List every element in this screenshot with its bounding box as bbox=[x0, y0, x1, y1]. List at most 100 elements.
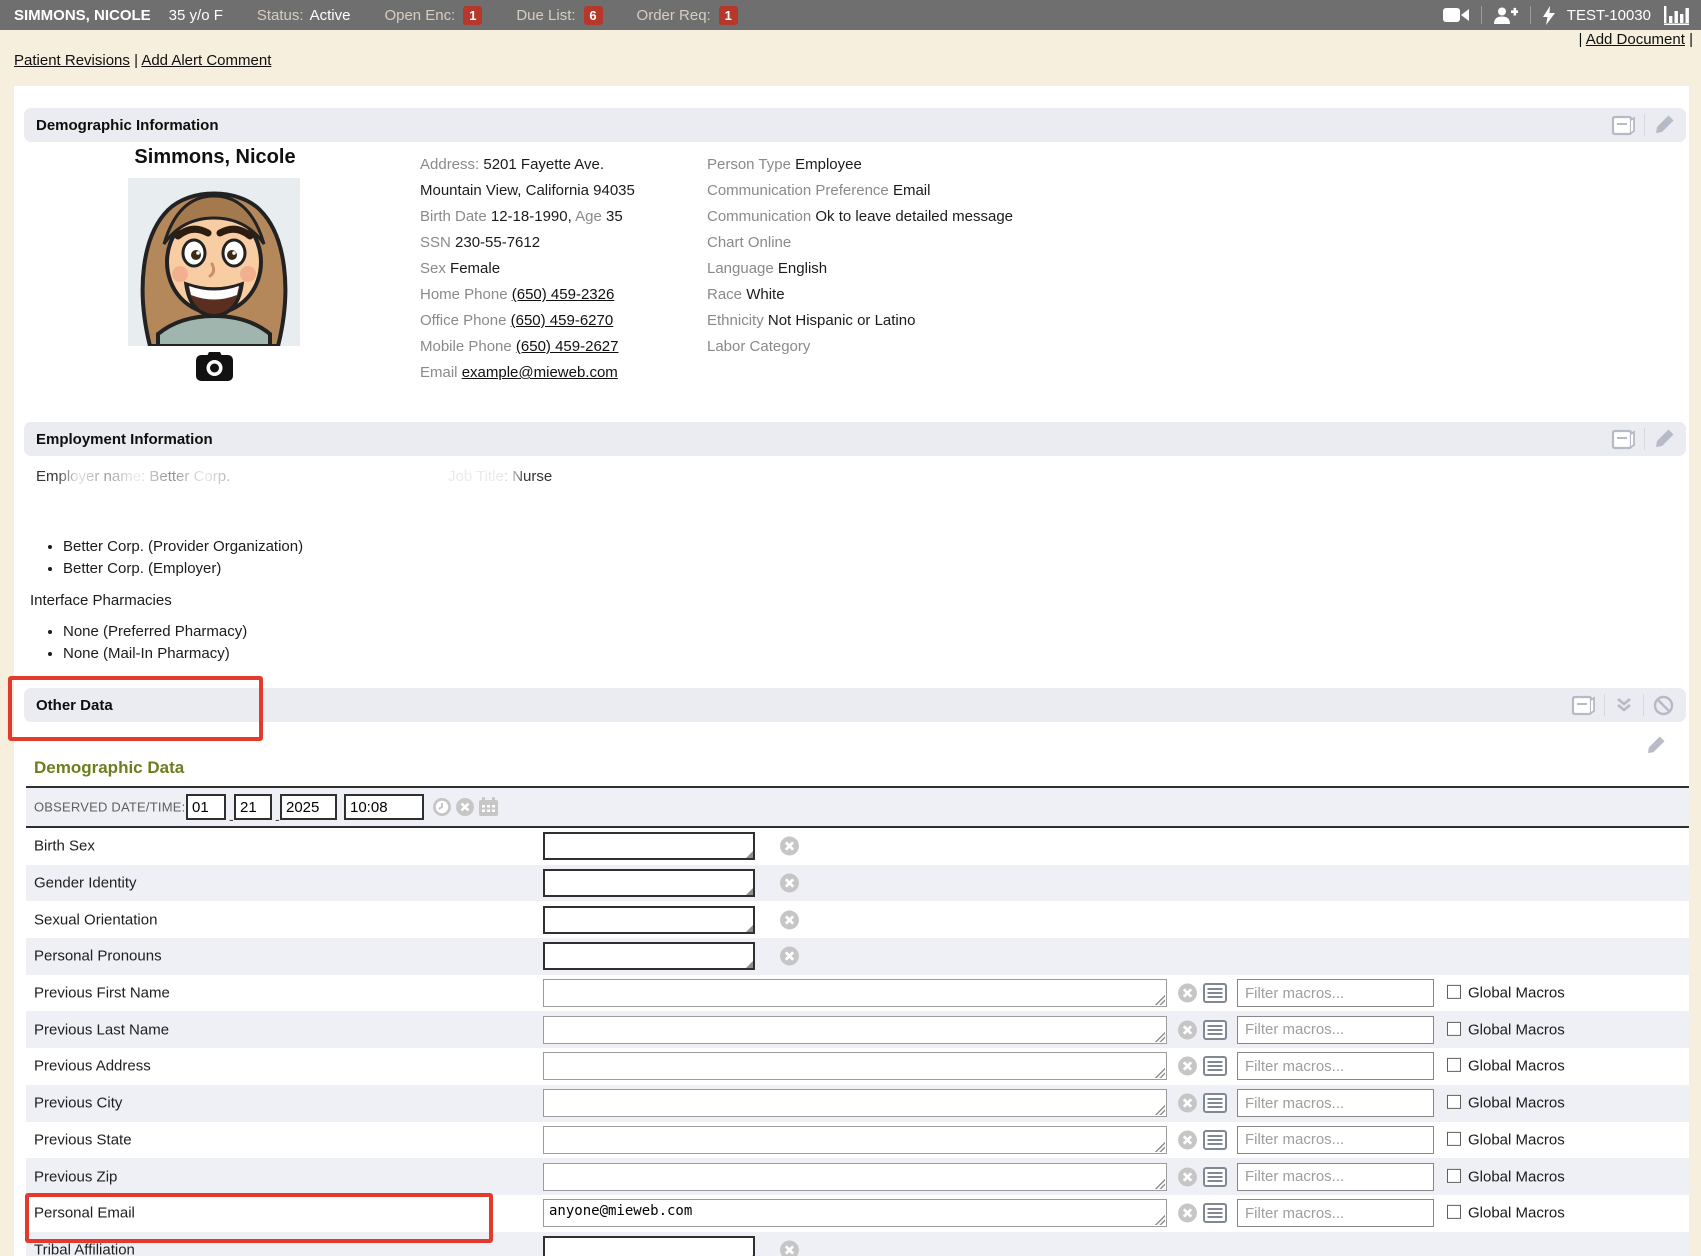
clear-icon[interactable] bbox=[779, 909, 800, 930]
personal-pronouns-input[interactable] bbox=[543, 942, 755, 970]
book-icon[interactable] bbox=[1571, 695, 1595, 716]
filter-macros-input[interactable] bbox=[1237, 1089, 1434, 1117]
clear-icon[interactable] bbox=[1177, 1203, 1198, 1224]
filter-macros-input[interactable] bbox=[1237, 979, 1434, 1007]
previous-address-textarea[interactable] bbox=[543, 1052, 1167, 1080]
book-icon[interactable] bbox=[1611, 115, 1635, 136]
add-user-icon[interactable] bbox=[1494, 7, 1518, 24]
section-title: Other Data bbox=[36, 697, 113, 714]
global-macros-label: Global Macros bbox=[1468, 1058, 1565, 1075]
global-macros-checkbox[interactable] bbox=[1447, 985, 1461, 999]
global-macros-checkbox[interactable] bbox=[1447, 1205, 1461, 1219]
book-icon[interactable] bbox=[1611, 429, 1635, 450]
open-enc-badge[interactable]: 1 bbox=[463, 6, 482, 25]
row-label: Tribal Affiliation bbox=[34, 1241, 135, 1256]
status-value: Active bbox=[310, 7, 351, 24]
previous-first-name-textarea[interactable] bbox=[543, 979, 1167, 1007]
calendar-icon[interactable] bbox=[478, 797, 499, 817]
section-other-data[interactable]: Other Data bbox=[24, 688, 1686, 722]
clear-icon[interactable] bbox=[1177, 983, 1198, 1004]
row-label: Previous State bbox=[34, 1131, 132, 1148]
pipe: | bbox=[1578, 31, 1582, 48]
order-req-badge[interactable]: 1 bbox=[719, 6, 738, 25]
birth-sex-input[interactable] bbox=[543, 832, 755, 860]
tribal-affiliation-input[interactable] bbox=[543, 1236, 755, 1256]
global-macros-checkbox[interactable] bbox=[1447, 1022, 1461, 1036]
global-macros-checkbox[interactable] bbox=[1447, 1058, 1461, 1072]
global-macros-checkbox[interactable] bbox=[1447, 1095, 1461, 1109]
patient-revisions-link[interactable]: Patient Revisions bbox=[14, 52, 130, 69]
office-phone-link[interactable]: (650) 459-6270 bbox=[511, 312, 614, 329]
table-row-previous-city: Previous City Global Macros bbox=[26, 1085, 1689, 1122]
lightning-icon[interactable] bbox=[1543, 6, 1555, 25]
macro-list-icon[interactable] bbox=[1203, 1130, 1227, 1150]
table-row-previous-first-name: Previous First Name Global Macros bbox=[26, 975, 1689, 1012]
macro-list-icon[interactable] bbox=[1203, 1167, 1227, 1187]
filter-macros-input[interactable] bbox=[1237, 1163, 1434, 1191]
gender-identity-input[interactable] bbox=[543, 869, 755, 897]
edit-pencil-icon[interactable] bbox=[1646, 736, 1665, 755]
macro-list-icon[interactable] bbox=[1203, 983, 1227, 1003]
clear-icon[interactable] bbox=[779, 1239, 800, 1256]
observed-datetime-row: OBSERVED DATE/TIME: - - bbox=[26, 786, 1689, 828]
macro-list-icon[interactable] bbox=[1203, 1056, 1227, 1076]
home-phone-link[interactable]: (650) 459-2326 bbox=[512, 286, 615, 303]
edit-pencil-icon[interactable] bbox=[1654, 115, 1674, 135]
observed-datetime-label: OBSERVED DATE/TIME: bbox=[34, 800, 185, 815]
field-person-type: Person Type Employee bbox=[707, 156, 862, 173]
table-row-previous-zip: Previous Zip Global Macros bbox=[26, 1158, 1689, 1195]
macro-list-icon[interactable] bbox=[1203, 1020, 1227, 1040]
global-macros-label: Global Macros bbox=[1468, 1095, 1565, 1112]
global-macros-checkbox[interactable] bbox=[1447, 1168, 1461, 1182]
email-link[interactable]: example@mieweb.com bbox=[462, 364, 618, 381]
clear-icon[interactable] bbox=[1177, 1093, 1198, 1114]
collapse-icon[interactable] bbox=[1614, 697, 1634, 713]
macro-list-icon[interactable] bbox=[1203, 1093, 1227, 1113]
toolbar-divider bbox=[1481, 6, 1482, 24]
clear-icon[interactable] bbox=[1177, 1166, 1198, 1187]
clear-icon[interactable] bbox=[779, 946, 800, 967]
filter-macros-input[interactable] bbox=[1237, 1052, 1434, 1080]
add-alert-comment-link[interactable]: Add Alert Comment bbox=[141, 52, 271, 69]
row-label: Previous Address bbox=[34, 1058, 151, 1075]
pipe: | bbox=[1689, 31, 1693, 48]
clear-icon[interactable] bbox=[455, 797, 475, 817]
list-item: None (Mail-In Pharmacy) bbox=[63, 645, 247, 662]
previous-city-textarea[interactable] bbox=[543, 1089, 1167, 1117]
observed-day-input[interactable] bbox=[234, 794, 272, 820]
camera-icon[interactable] bbox=[196, 352, 233, 381]
observed-time-input[interactable] bbox=[344, 794, 424, 820]
macro-list-icon[interactable] bbox=[1203, 1203, 1227, 1223]
field-communication: Communication Ok to leave detailed messa… bbox=[707, 208, 1013, 225]
sexual-orientation-input[interactable] bbox=[543, 906, 755, 934]
section-title: Demographic Information bbox=[36, 117, 219, 134]
clear-icon[interactable] bbox=[1177, 1129, 1198, 1150]
stats-icon[interactable] bbox=[1663, 6, 1689, 25]
filter-macros-input[interactable] bbox=[1237, 1199, 1434, 1227]
disable-icon[interactable] bbox=[1653, 695, 1674, 716]
observed-year-input[interactable] bbox=[280, 794, 337, 820]
previous-state-textarea[interactable] bbox=[543, 1126, 1167, 1154]
clear-icon[interactable] bbox=[1177, 1019, 1198, 1040]
demographic-data-table: OBSERVED DATE/TIME: - - Birth Sex Gende bbox=[26, 786, 1689, 1256]
personal-email-textarea[interactable]: anyone@mieweb.com bbox=[543, 1199, 1167, 1227]
previous-zip-textarea[interactable] bbox=[543, 1163, 1167, 1191]
icon-divider bbox=[1644, 114, 1645, 136]
filter-macros-input[interactable] bbox=[1237, 1126, 1434, 1154]
add-document-link[interactable]: Add Document bbox=[1586, 31, 1685, 48]
clear-icon[interactable] bbox=[779, 836, 800, 857]
chart-id: TEST-10030 bbox=[1567, 7, 1651, 24]
table-row-previous-state: Previous State Global Macros bbox=[26, 1122, 1689, 1159]
edit-pencil-icon[interactable] bbox=[1654, 429, 1674, 449]
video-camera-icon[interactable] bbox=[1443, 7, 1469, 23]
global-macros-label: Global Macros bbox=[1468, 1021, 1565, 1038]
previous-last-name-textarea[interactable] bbox=[543, 1016, 1167, 1044]
filter-macros-input[interactable] bbox=[1237, 1016, 1434, 1044]
due-list-badge[interactable]: 6 bbox=[584, 6, 603, 25]
observed-month-input[interactable] bbox=[186, 794, 226, 820]
global-macros-checkbox[interactable] bbox=[1447, 1132, 1461, 1146]
clock-icon[interactable] bbox=[432, 797, 452, 817]
clear-icon[interactable] bbox=[779, 873, 800, 894]
mobile-phone-link[interactable]: (650) 459-2627 bbox=[516, 338, 619, 355]
clear-icon[interactable] bbox=[1177, 1056, 1198, 1077]
